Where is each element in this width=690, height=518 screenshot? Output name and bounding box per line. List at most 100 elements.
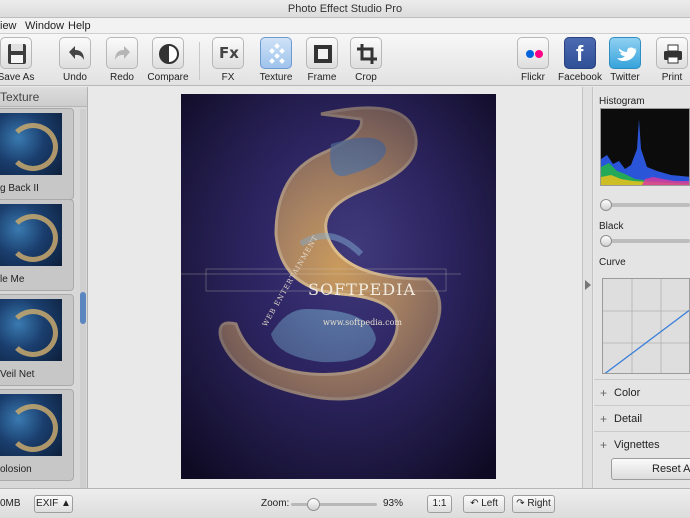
menu-window[interactable]: Window xyxy=(25,18,64,34)
rotate-right-icon: ↷ xyxy=(516,498,525,509)
watermark-title: SOFTPEDIA xyxy=(308,280,416,299)
compare-button[interactable]: Compare xyxy=(142,37,194,85)
crop-icon xyxy=(350,37,382,69)
zoom-slider-knob[interactable] xyxy=(307,498,320,511)
panel-collapse-toggle[interactable] xyxy=(582,87,593,488)
exif-button[interactable]: EXIF ▲ xyxy=(34,495,73,513)
curve-label: Curve xyxy=(599,257,626,268)
twitter-icon xyxy=(609,37,641,69)
facebook-icon-glyph: f xyxy=(576,41,584,66)
texture-caption: g Back II xyxy=(0,183,39,194)
status-bar: 0MB EXIF ▲ Zoom: 93% 1:1 ↶ Left ↷ Right xyxy=(0,488,690,518)
menu-help[interactable]: Help xyxy=(68,18,91,34)
twitter-label: Twitter xyxy=(610,72,640,83)
texture-label: Texture xyxy=(259,72,293,83)
edited-photo[interactable]: SOFTPEDIA www.softpedia.com WEB ENTERTAI… xyxy=(181,94,496,479)
facebook-icon: f xyxy=(564,37,596,69)
vignettes-section[interactable]: + Vignettes xyxy=(594,431,690,457)
toolbar: Save As Undo Redo Compare Fx FX Texture xyxy=(0,34,690,86)
flickr-icon xyxy=(517,37,549,69)
print-label: Print xyxy=(661,72,683,83)
undo-button[interactable]: Undo xyxy=(49,37,101,85)
chevron-right-icon xyxy=(585,280,591,290)
redo-label: Redo xyxy=(110,72,134,83)
compare-label: Compare xyxy=(147,72,189,83)
adjustment-panel: Histogram Black Curve + Color + Detail + xyxy=(594,87,690,488)
title-bar: Photo Effect Studio Pro xyxy=(0,0,690,18)
save-as-button[interactable]: Save As xyxy=(0,37,42,85)
texture-thumbnail[interactable]: olosion xyxy=(0,389,74,481)
color-section[interactable]: + Color xyxy=(594,379,690,405)
zoom-value: 93% xyxy=(383,498,404,509)
flickr-button[interactable]: Flickr xyxy=(507,37,559,85)
texture-thumbnail[interactable]: g Back II xyxy=(0,108,74,200)
rotate-right-label: Right xyxy=(527,498,551,509)
toolbar-separator xyxy=(199,42,200,80)
reset-all-label: Reset Al xyxy=(652,463,690,475)
fx-icon: Fx xyxy=(212,37,244,69)
save-as-label: Save As xyxy=(0,72,35,83)
texture-preview xyxy=(0,204,62,266)
rotate-left-button[interactable]: ↶ Left xyxy=(463,495,505,513)
menu-bar: iew Window Help xyxy=(0,18,690,34)
section-title: Vignettes xyxy=(614,439,660,451)
actual-size-label: 1:1 xyxy=(432,498,447,509)
fx-label: FX xyxy=(221,72,235,83)
zoom-label: Zoom: xyxy=(261,498,290,509)
texture-icon xyxy=(260,37,292,69)
frame-icon xyxy=(306,37,338,69)
flickr-label: Flickr xyxy=(521,72,545,83)
image-canvas: SOFTPEDIA www.softpedia.com WEB ENTERTAI… xyxy=(89,87,581,488)
fx-icon-glyph: Fx xyxy=(219,44,239,62)
zoom-slider[interactable] xyxy=(291,498,377,511)
texture-thumbnail[interactable]: Veil Net xyxy=(0,294,74,386)
window-title: Photo Effect Studio Pro xyxy=(287,3,403,15)
curve-graph xyxy=(603,279,689,373)
detail-section[interactable]: + Detail xyxy=(594,405,690,431)
reset-all-button[interactable]: Reset Al xyxy=(611,458,690,480)
texture-thumbnail[interactable]: le Me xyxy=(0,199,74,291)
twitter-button[interactable]: Twitter xyxy=(599,37,651,85)
texture-caption: Veil Net xyxy=(0,369,35,380)
texture-scrollbar[interactable] xyxy=(80,109,86,488)
crop-button[interactable]: Crop xyxy=(340,37,392,85)
texture-preview xyxy=(0,113,62,175)
texture-preview xyxy=(0,299,62,361)
black-level-slider[interactable] xyxy=(600,235,690,247)
histogram-chart xyxy=(600,108,690,186)
texture-scrollbar-thumb[interactable] xyxy=(80,292,86,324)
texture-panel: Texture g Back II le Me Veil Net olosion xyxy=(0,87,88,488)
slider-knob[interactable] xyxy=(600,235,612,247)
texture-panel-header: Texture xyxy=(0,87,87,107)
black-label: Black xyxy=(599,221,624,232)
histogram-graph xyxy=(601,119,689,185)
white-level-slider[interactable] xyxy=(600,199,690,211)
tone-curve-editor[interactable] xyxy=(602,278,690,374)
exif-label: EXIF ▲ xyxy=(36,498,71,509)
undo-icon xyxy=(59,37,91,69)
print-icon xyxy=(656,37,688,69)
redo-button[interactable]: Redo xyxy=(96,37,148,85)
texture-button[interactable]: Texture xyxy=(250,37,302,85)
fx-button[interactable]: Fx FX xyxy=(202,37,254,85)
menu-view[interactable]: iew xyxy=(0,18,17,34)
rotate-left-label: Left xyxy=(481,498,498,509)
slider-knob[interactable] xyxy=(600,199,612,211)
actual-size-button[interactable]: 1:1 xyxy=(427,495,452,513)
expand-icon: + xyxy=(600,438,608,452)
section-title: Detail xyxy=(614,413,643,425)
rotate-right-button[interactable]: ↷ Right xyxy=(512,495,555,513)
redo-icon xyxy=(106,37,138,69)
compare-icon xyxy=(152,37,184,69)
watermark-url: www.softpedia.com xyxy=(323,318,402,327)
rotate-left-icon: ↶ xyxy=(470,498,479,509)
texture-panel-title: Texture xyxy=(0,90,40,104)
file-size-text: 0MB xyxy=(0,498,21,509)
texture-preview xyxy=(0,394,62,456)
texture-caption: olosion xyxy=(0,464,32,475)
undo-label: Undo xyxy=(63,72,87,83)
save-icon xyxy=(0,37,32,69)
crop-label: Crop xyxy=(355,72,377,83)
print-button[interactable]: Print xyxy=(646,37,690,85)
section-title: Color xyxy=(614,387,641,399)
